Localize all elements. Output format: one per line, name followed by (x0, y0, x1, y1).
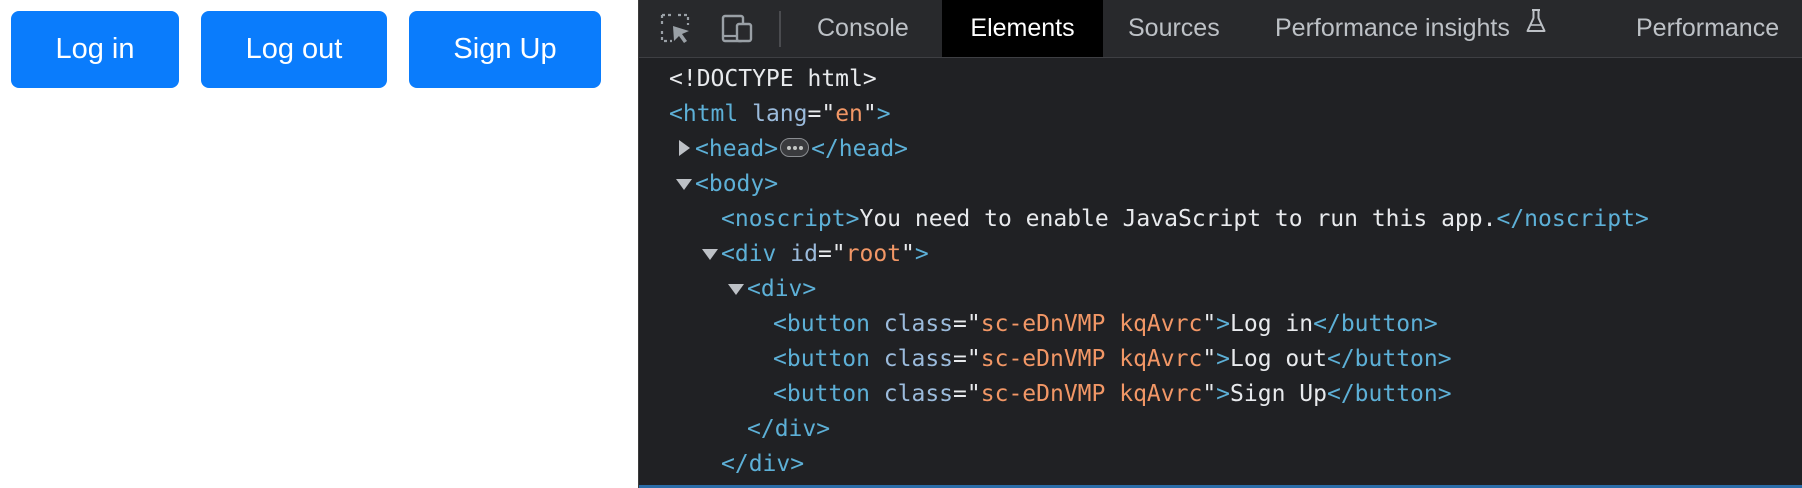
dom-node-button-log-in[interactable]: <button class="sc-eDnVMP kqAvrc">Log in<… (773, 307, 1438, 342)
tab-elements[interactable]: Elements (942, 0, 1103, 57)
body-tag-open: <body> (695, 171, 779, 197)
collapse-root-div-triangle-icon[interactable] (702, 249, 718, 260)
collapse-inner-div-triangle-icon[interactable] (728, 284, 744, 295)
head-tag-close: </head> (811, 136, 909, 162)
dom-node-root-div[interactable]: <div id="root"> (721, 237, 929, 272)
button-attr-name: class (883, 346, 954, 372)
html-attr-name: lang (752, 101, 808, 127)
head-tag-open: <head> (695, 136, 779, 162)
dom-node-inner-div-close[interactable]: </div> (747, 412, 830, 447)
sign-up-button[interactable]: Sign Up (409, 11, 601, 88)
toolbar-separator (779, 11, 781, 47)
root-div-tag-close: </div> (721, 451, 805, 477)
dom-node-inner-div[interactable]: <div> (747, 272, 816, 307)
tab-sources[interactable]: Sources (1128, 0, 1220, 57)
dom-node-html[interactable]: <html lang="en"> (669, 97, 891, 132)
button-attr-name: class (883, 311, 954, 337)
tab-performance-insights-label: Performance insights (1275, 14, 1510, 42)
noscript-text: You need to enable JavaScript to run thi… (859, 206, 1497, 232)
experiment-flask-icon (1525, 0, 1547, 55)
inner-div-tag-open: <div> (747, 276, 817, 302)
log-in-button[interactable]: Log in (11, 11, 179, 88)
dom-node-button-sign-up[interactable]: <button class="sc-eDnVMP kqAvrc">Sign Up… (773, 377, 1452, 412)
dom-node-doctype[interactable]: <!DOCTYPE html> (669, 62, 877, 97)
button-tag-open: <button (773, 311, 870, 337)
button-attr-value: sc-eDnVMP kqAvrc (980, 311, 1203, 337)
button-tag-close: </button> (1326, 381, 1452, 407)
app-button-group: Log in Log out Sign Up (11, 11, 601, 88)
button-attr-value: sc-eDnVMP kqAvrc (980, 381, 1203, 407)
dom-node-noscript[interactable]: <noscript>You need to enable JavaScript … (721, 202, 1649, 237)
button-text: Log out (1230, 346, 1327, 372)
button-attr-name: class (883, 381, 954, 407)
collapse-body-triangle-icon[interactable] (676, 179, 692, 190)
html-attr-value: en (835, 101, 863, 127)
button-tag-close: </button> (1326, 346, 1452, 372)
dom-node-button-log-out[interactable]: <button class="sc-eDnVMP kqAvrc">Log out… (773, 342, 1452, 377)
button-tag-open: <button (773, 346, 870, 372)
device-toolbar-icon[interactable] (719, 10, 757, 48)
button-text: Sign Up (1230, 381, 1327, 407)
expand-head-triangle-icon[interactable] (679, 140, 690, 156)
button-tag-open: <button (773, 381, 870, 407)
log-out-button[interactable]: Log out (201, 11, 387, 88)
app-page: Log in Log out Sign Up (0, 0, 638, 488)
devtools-panel: Console Elements Sources Performance ins… (638, 0, 1802, 488)
inspect-element-icon[interactable] (657, 10, 695, 48)
root-div-tag-open: <div (721, 241, 777, 267)
root-div-attr-name: id (790, 241, 818, 267)
html-tag-open: <html (669, 101, 739, 127)
noscript-tag-open: <noscript> (721, 206, 860, 232)
dom-node-body[interactable]: <body> (695, 167, 778, 202)
button-text: Log in (1230, 311, 1314, 337)
dom-node-head[interactable]: <head> </head> (695, 132, 908, 167)
root-div-attr-value: root (845, 241, 902, 267)
tab-console[interactable]: Console (817, 0, 909, 57)
button-tag-close: </button> (1313, 311, 1438, 337)
inner-div-tag-close: </div> (747, 416, 831, 442)
dom-tree: <!DOCTYPE html> <html lang="en"> <head> <… (639, 58, 1802, 488)
devtools-toolbar: Console Elements Sources Performance ins… (639, 0, 1802, 58)
noscript-tag-close: </noscript> (1496, 206, 1649, 232)
dom-node-root-div-close[interactable]: </div> (721, 447, 804, 482)
doctype-text: <!DOCTYPE html> (669, 66, 877, 92)
tab-performance-insights[interactable]: Performance insights (1275, 0, 1547, 57)
button-attr-value: sc-eDnVMP kqAvrc (980, 346, 1203, 372)
tab-performance[interactable]: Performance (1636, 0, 1779, 57)
collapsed-content-ellipsis-icon[interactable] (780, 138, 810, 157)
